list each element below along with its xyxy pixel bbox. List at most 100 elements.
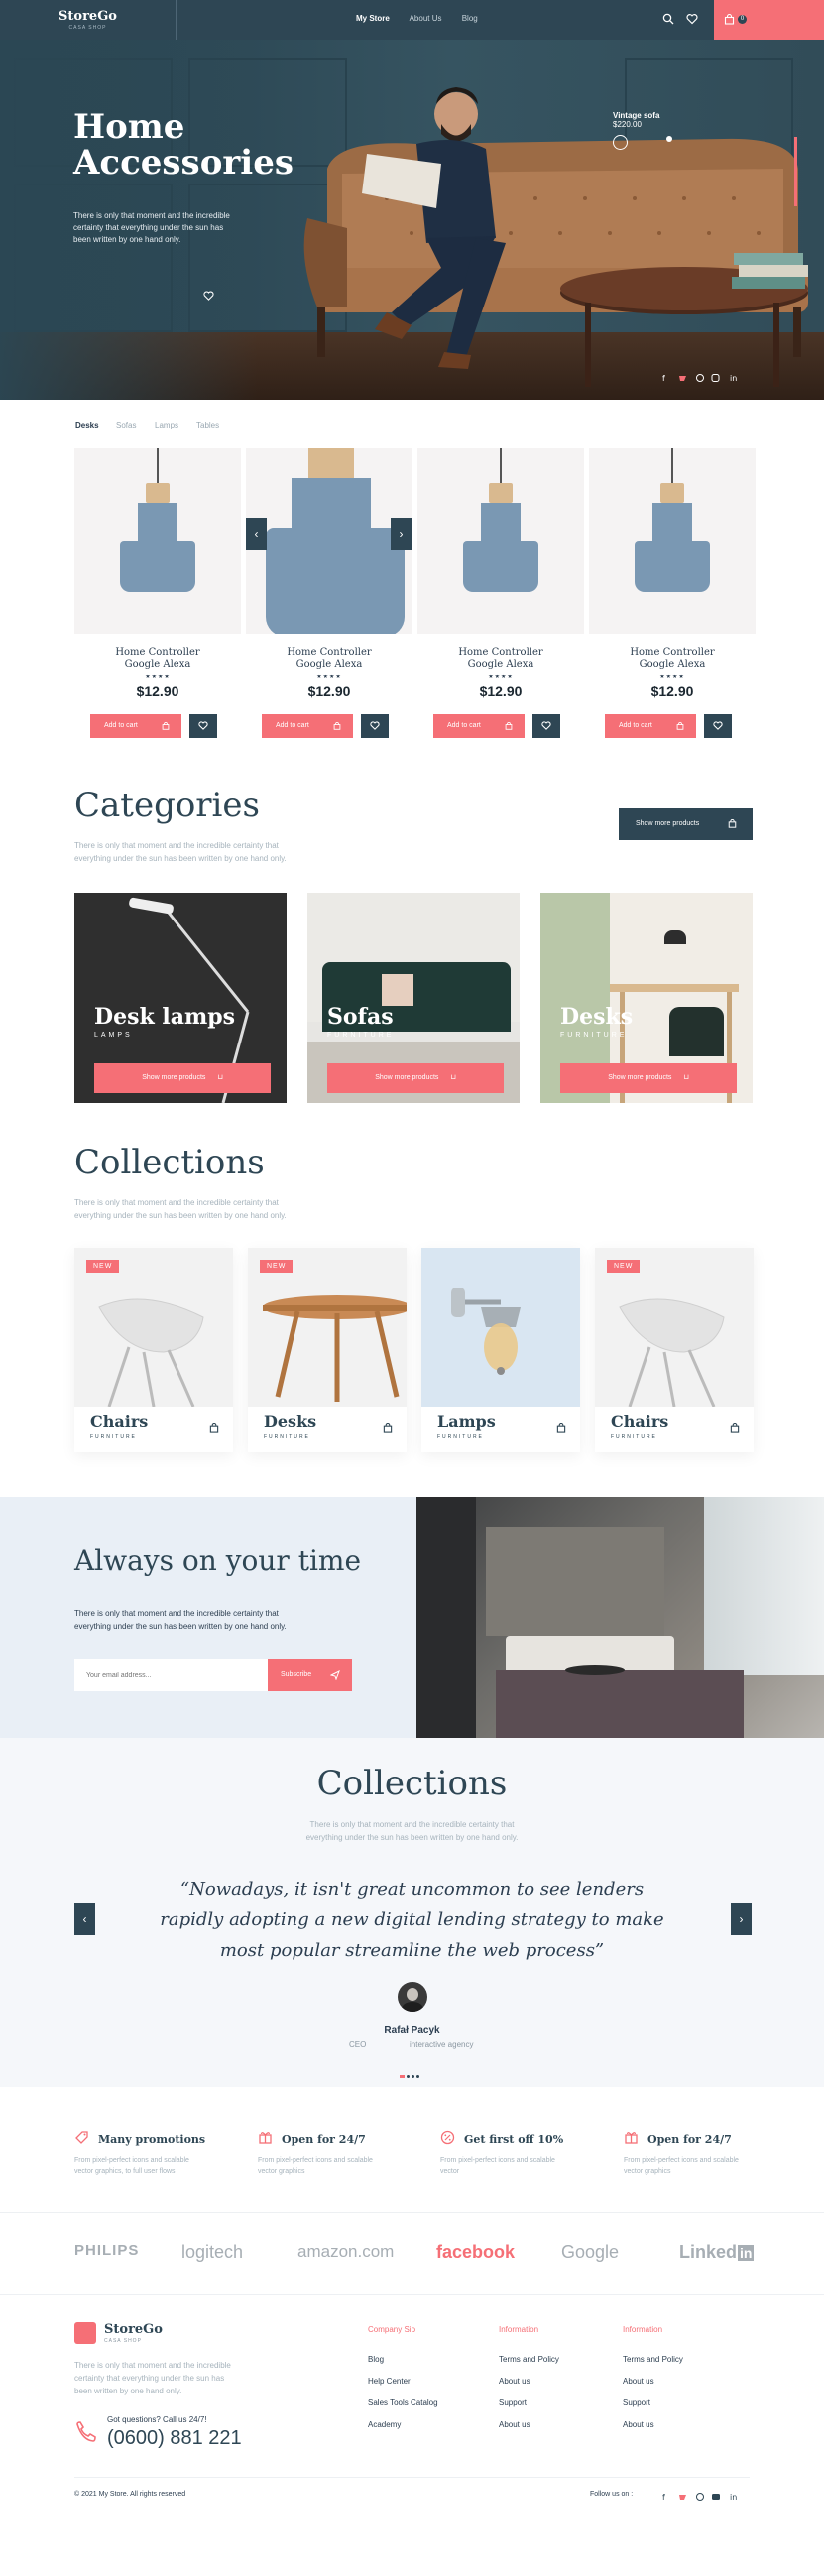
brand-linkedin-text: Linked bbox=[679, 2242, 738, 2262]
feature-description: From pixel-perfect icons and scalable vec… bbox=[258, 2157, 373, 2175]
add-to-cart-label: Add to cart bbox=[104, 722, 138, 729]
twitter-icon[interactable] bbox=[679, 376, 686, 381]
shopping-bag-icon[interactable] bbox=[383, 1423, 393, 1433]
show-more-products-button[interactable]: Show more products ⊔ bbox=[327, 1063, 504, 1093]
footer-link[interactable]: Support bbox=[499, 2398, 527, 2407]
collection-card[interactable]: NEW Chairs FURNITURE bbox=[74, 1248, 233, 1452]
carousel-prev-button[interactable]: ‹ bbox=[246, 518, 267, 550]
carousel-dot[interactable] bbox=[412, 2075, 414, 2078]
tab-lamps[interactable]: Lamps bbox=[155, 421, 178, 429]
footer-phone[interactable]: (0600) 881 221 bbox=[107, 2427, 242, 2450]
collection-image[interactable]: NEW bbox=[595, 1248, 754, 1407]
hotspot-dot[interactable] bbox=[666, 136, 672, 142]
twitter-icon[interactable] bbox=[679, 2495, 686, 2500]
category-card-desk-lamps[interactable]: Desk lamps LAMPS Show more products ⊔ bbox=[74, 893, 287, 1103]
heart-icon[interactable] bbox=[203, 291, 214, 301]
wishlist-button[interactable] bbox=[189, 714, 217, 738]
collection-card[interactable]: Lamps FURNITURE bbox=[421, 1248, 580, 1452]
brand-logitech-logo[interactable]: logitech bbox=[181, 2242, 243, 2263]
add-to-cart-button[interactable]: Add to cart bbox=[262, 714, 353, 738]
product-card[interactable]: Home Controller Google Alexa ★★★★ $12.90 … bbox=[246, 448, 412, 738]
brand-linkedin-logo[interactable]: Linked in bbox=[679, 2242, 755, 2263]
product-image[interactable] bbox=[417, 448, 584, 634]
footer-link[interactable]: Support bbox=[623, 2398, 650, 2407]
add-to-cart-button[interactable]: Add to cart bbox=[90, 714, 181, 738]
product-image[interactable] bbox=[74, 448, 241, 634]
wishlist-button[interactable] bbox=[704, 714, 732, 738]
pinterest-icon[interactable] bbox=[696, 2493, 704, 2501]
brand-amazon-logo[interactable]: amazon.com bbox=[297, 2242, 394, 2262]
add-to-cart-button[interactable]: Add to cart bbox=[433, 714, 525, 738]
facebook-icon[interactable]: f bbox=[662, 374, 665, 383]
footer-link[interactable]: Terms and Policy bbox=[499, 2355, 559, 2364]
instagram-icon[interactable] bbox=[711, 374, 720, 382]
footer-link[interactable]: Blog bbox=[368, 2355, 384, 2364]
product-image[interactable] bbox=[246, 448, 412, 634]
youtube-icon[interactable] bbox=[712, 2494, 720, 2500]
logo[interactable]: StoreGo CASA SHOP bbox=[0, 0, 177, 40]
collection-card[interactable]: NEW Desks FURNITURE bbox=[248, 1248, 407, 1452]
product-rating: ★★★★ bbox=[659, 675, 685, 680]
category-card-sofas[interactable]: Sofas FURNITURE Show more products ⊔ bbox=[307, 893, 520, 1103]
collection-card[interactable]: NEW Chairs FURNITURE bbox=[595, 1248, 754, 1452]
brand-facebook-logo[interactable]: facebook bbox=[436, 2242, 515, 2263]
footer-link[interactable]: Terms and Policy bbox=[623, 2355, 683, 2364]
carousel-dot-active[interactable] bbox=[400, 2075, 405, 2078]
collection-image[interactable]: NEW bbox=[74, 1248, 233, 1407]
category-card-desks[interactable]: Desks FURNITURE Show more products ⊔ bbox=[540, 893, 753, 1103]
hero-product-tag[interactable]: Vintage sofa $220.00 bbox=[613, 111, 659, 150]
add-to-cart-button[interactable]: Add to cart bbox=[605, 714, 696, 738]
wishlist-button[interactable] bbox=[532, 714, 560, 738]
footer-link[interactable]: About us bbox=[499, 2420, 530, 2429]
heart-icon bbox=[198, 721, 208, 730]
brand-google-logo[interactable]: Google bbox=[561, 2242, 619, 2263]
tab-sofas[interactable]: Sofas bbox=[116, 421, 136, 429]
footer-link[interactable]: Academy bbox=[368, 2420, 401, 2429]
shopping-bag-icon bbox=[333, 722, 341, 730]
footer-link[interactable]: Help Center bbox=[368, 2377, 411, 2386]
collection-image[interactable] bbox=[421, 1248, 580, 1407]
hero-description: There is only that moment and the incred… bbox=[73, 210, 230, 246]
footer-link[interactable]: Sales Tools Catalog bbox=[368, 2398, 438, 2407]
tab-desks[interactable]: Desks bbox=[75, 421, 99, 429]
carousel-dot[interactable] bbox=[416, 2075, 419, 2078]
quote-line: “Nowadays, it isn't great uncommon to se… bbox=[179, 1879, 645, 1900]
footer-link[interactable]: About us bbox=[623, 2420, 654, 2429]
linkedin-icon[interactable]: in bbox=[730, 2493, 737, 2502]
carousel-next-button[interactable]: › bbox=[391, 518, 412, 550]
footer-link[interactable]: About us bbox=[499, 2377, 530, 2386]
linkedin-icon[interactable]: in bbox=[730, 374, 737, 383]
collection-image[interactable]: NEW bbox=[248, 1248, 407, 1407]
tab-tables[interactable]: Tables bbox=[196, 421, 219, 429]
testimonial-prev-button[interactable]: ‹ bbox=[74, 1903, 95, 1935]
wishlist-button[interactable] bbox=[361, 714, 389, 738]
cart-count-badge: 0 bbox=[738, 15, 747, 24]
cart-button[interactable]: 0 bbox=[714, 0, 824, 40]
facebook-icon[interactable]: f bbox=[662, 2493, 665, 2502]
footer-link[interactable]: About us bbox=[623, 2377, 654, 2386]
product-card[interactable]: Home Controller Google Alexa ★★★★ $12.90 … bbox=[417, 448, 584, 738]
nav-about-us[interactable]: About Us bbox=[410, 14, 442, 23]
shopping-bag-icon[interactable] bbox=[209, 1423, 219, 1433]
feature-item: Get first off 10% From pixel-perfect ico… bbox=[440, 2130, 609, 2177]
carousel-dot[interactable] bbox=[407, 2075, 410, 2078]
hotspot-circle[interactable] bbox=[613, 135, 628, 150]
show-more-products-button[interactable]: Show more products ⊔ bbox=[560, 1063, 737, 1093]
brand-philips-logo[interactable]: PHILIPS bbox=[74, 2242, 139, 2259]
product-card[interactable]: Home Controller Google Alexa ★★★★ $12.90 … bbox=[74, 448, 241, 738]
footer-logo-name[interactable]: StoreGo bbox=[104, 2322, 163, 2337]
testimonial-next-button[interactable]: › bbox=[731, 1903, 752, 1935]
show-more-products-button[interactable]: Show more products bbox=[619, 808, 753, 840]
shopping-bag-icon[interactable] bbox=[730, 1423, 740, 1433]
show-more-products-button[interactable]: Show more products ⊔ bbox=[94, 1063, 271, 1093]
product-card[interactable]: Home Controller Google Alexa ★★★★ $12.90 … bbox=[589, 448, 756, 738]
product-image[interactable] bbox=[589, 448, 756, 634]
nav-my-store[interactable]: My Store bbox=[356, 14, 390, 23]
search-icon[interactable] bbox=[662, 13, 674, 25]
email-input[interactable] bbox=[74, 1659, 268, 1691]
pinterest-icon[interactable] bbox=[696, 374, 704, 382]
heart-icon[interactable] bbox=[686, 13, 698, 25]
shopping-bag-icon[interactable] bbox=[556, 1423, 566, 1433]
nav-blog[interactable]: Blog bbox=[462, 14, 478, 23]
subscribe-button[interactable]: Subscribe bbox=[268, 1659, 352, 1691]
